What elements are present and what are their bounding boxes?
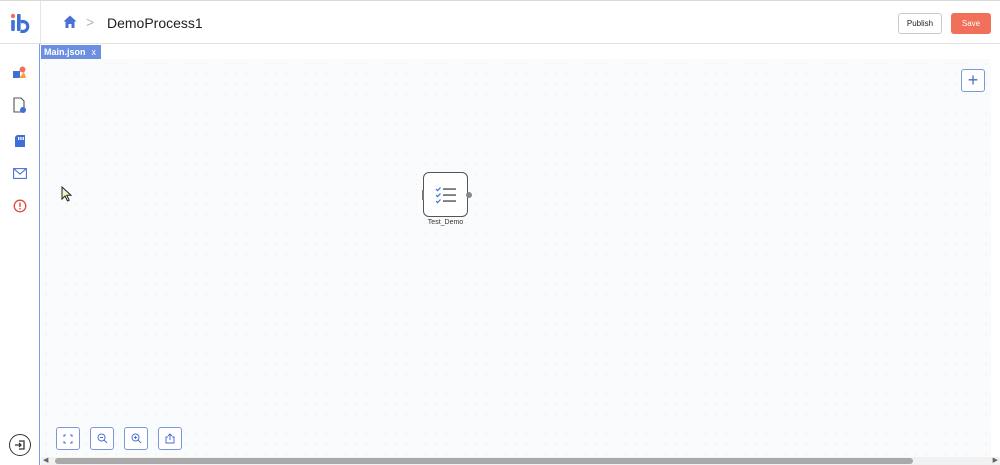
tab-label: Main.json xyxy=(44,47,86,57)
mail-icon xyxy=(12,168,27,179)
zoom-in-button[interactable] xyxy=(124,427,148,450)
scroll-left-icon[interactable]: ◀ xyxy=(43,457,48,465)
app-window: > DemoProcess1 Publish Save Main.json x … xyxy=(0,0,1000,465)
node-output-port[interactable] xyxy=(466,192,472,198)
ib-logo-icon[interactable] xyxy=(10,13,32,33)
sidebar-item-shapes[interactable] xyxy=(11,64,28,81)
left-sidebar xyxy=(0,44,40,465)
fit-screen-button[interactable] xyxy=(56,427,80,450)
process-node[interactable] xyxy=(422,172,472,217)
add-button[interactable]: + xyxy=(961,69,985,92)
alert-icon xyxy=(13,199,26,212)
sidebar-item-mail[interactable] xyxy=(11,165,28,182)
mouse-cursor-icon xyxy=(61,186,73,202)
zoom-in-icon xyxy=(131,433,141,444)
horizontal-scrollbar[interactable]: ◀ ▶ xyxy=(41,457,1000,465)
node-input-port[interactable] xyxy=(422,190,424,200)
fit-screen-icon xyxy=(63,434,73,443)
zoom-out-icon xyxy=(97,433,107,444)
shapes-icon xyxy=(13,66,26,78)
process-title: DemoProcess1 xyxy=(107,15,203,31)
scroll-right-icon[interactable]: ▶ xyxy=(993,457,998,465)
sidebar-item-alerts[interactable] xyxy=(11,197,28,214)
header-divider xyxy=(40,1,41,45)
sidebar-item-documents[interactable] xyxy=(11,97,28,114)
breadcrumb-separator: > xyxy=(86,14,95,30)
export-button[interactable] xyxy=(158,427,182,450)
exit-button[interactable] xyxy=(9,434,31,456)
node-label: Test_Demo xyxy=(427,219,464,226)
save-button[interactable]: Save xyxy=(951,13,991,34)
home-icon[interactable] xyxy=(62,14,78,30)
checklist-icon xyxy=(435,186,456,203)
zoom-out-button[interactable] xyxy=(90,427,114,450)
top-header: > DemoProcess1 Publish Save xyxy=(0,0,1000,45)
scrollbar-thumb[interactable] xyxy=(55,458,913,464)
tab-close-icon[interactable]: x xyxy=(92,45,97,59)
storage-card-icon xyxy=(14,134,25,147)
document-settings-icon xyxy=(13,97,26,113)
export-icon xyxy=(165,433,175,444)
tab-main-json[interactable]: Main.json x xyxy=(41,45,102,59)
sidebar-item-storage[interactable] xyxy=(11,132,28,149)
exit-icon xyxy=(15,440,25,450)
publish-button[interactable]: Publish xyxy=(898,13,942,34)
process-canvas[interactable]: + Test_Demo xyxy=(41,59,991,457)
